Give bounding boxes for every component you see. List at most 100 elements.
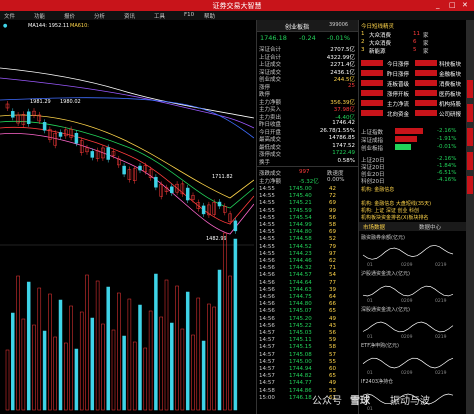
- tick-price: 1745.59: [289, 207, 312, 214]
- minimize-button[interactable]: _: [436, 1, 440, 9]
- side-tab-5[interactable]: [467, 176, 473, 194]
- menu-tools[interactable]: 工具: [154, 12, 165, 20]
- tick-price: 1745.07: [289, 308, 312, 315]
- sector-tag-left[interactable]: 连板晋级: [387, 80, 409, 88]
- sector-tag-row[interactable]: 今日涨停 科技板块: [359, 60, 466, 68]
- sector-tag-box-2: [415, 100, 437, 106]
- sprite-row[interactable]: 2 大众消费 6 家: [359, 39, 466, 47]
- sector-tag-right[interactable]: 金融板块: [439, 70, 461, 78]
- index-bar-label: 上证指数: [361, 130, 384, 136]
- menu-file[interactable]: 文件: [4, 12, 15, 20]
- tick-row[interactable]: 14:56 1744.80 66: [257, 301, 358, 308]
- tick-row[interactable]: 14:56 1744.75 64: [257, 294, 358, 301]
- stat-value: 1722.49: [332, 150, 355, 156]
- tick-volume: 79: [329, 243, 336, 250]
- tick-row[interactable]: 14:55 1745.40 72: [257, 193, 358, 200]
- sector-tag-row[interactable]: 北向资金 公司研报: [359, 110, 466, 118]
- close-button[interactable]: ✕: [462, 1, 468, 9]
- volume-bar: [217, 269, 222, 411]
- tick-time: 14:55: [259, 236, 275, 243]
- side-tab-4[interactable]: [467, 152, 473, 170]
- candle-body: [185, 187, 190, 201]
- side-tab-2[interactable]: [467, 104, 473, 122]
- side-toolbar[interactable]: [466, 20, 474, 414]
- tick-row[interactable]: 14:57 1745.15 58: [257, 344, 358, 351]
- menu-analysis[interactable]: 分析: [94, 12, 105, 20]
- mini-chart-plot: 01 0209 0219: [362, 321, 454, 339]
- tick-row[interactable]: 14:57 1744.82 65: [257, 373, 358, 380]
- sprite-rank: 2: [361, 39, 365, 45]
- sector-tag-row[interactable]: 连板晋级 消费板块: [359, 80, 466, 88]
- sprite-row[interactable]: 3 新能源 5 家: [359, 47, 466, 55]
- tick-row[interactable]: 14:56 1744.63 39: [257, 287, 358, 294]
- sector-tag-right[interactable]: 科技板块: [439, 60, 461, 68]
- tick-price: 1744.46: [289, 258, 312, 264]
- sector-tag-left[interactable]: 今日涨停: [387, 60, 409, 68]
- tick-volume: 66: [329, 301, 336, 308]
- index-price: 1746.18: [260, 34, 287, 42]
- sector-tag-right[interactable]: 机构持股: [439, 100, 461, 108]
- tick-price: 1744.99: [289, 222, 312, 228]
- tick-price: 1745.21: [289, 200, 312, 207]
- sprite-row[interactable]: 1 大众消费 11 家: [359, 31, 466, 39]
- tick-price: 1745.00: [289, 358, 312, 365]
- tick-volume: 52: [329, 236, 336, 243]
- tick-row[interactable]: 14:55 1745.21 69: [257, 200, 358, 207]
- tick-row[interactable]: 14:57 1744.94 60: [257, 366, 358, 373]
- trade-sub-row: 主力净额 -5.32亿 0.00%: [257, 177, 358, 185]
- tick-price: 1744.80: [289, 229, 312, 236]
- tick-row[interactable]: 14:55 1745.59 99: [257, 208, 358, 215]
- sector-tag-left[interactable]: 涨停开板: [387, 90, 409, 98]
- index-bar-row: 创业板指 -0.01%: [359, 144, 466, 152]
- maximize-button[interactable]: □: [449, 1, 456, 9]
- tick-time: 14:56: [259, 308, 275, 315]
- candle-body: [11, 111, 15, 118]
- tick-row[interactable]: 14:56 1745.20 49: [257, 316, 358, 323]
- menu-f10[interactable]: F10: [184, 12, 194, 18]
- tick-row[interactable]: 14:55 1744.23 97: [257, 251, 358, 258]
- tick-price: 1744.32: [289, 265, 312, 272]
- menu-quote[interactable]: 报价: [64, 12, 75, 20]
- tick-row[interactable]: 14:55 1745.00 42: [257, 186, 358, 193]
- tick-row[interactable]: 14:55 1744.99 58: [257, 222, 358, 229]
- tick-row[interactable]: 14:57 1744.77 49: [257, 380, 358, 387]
- menu-function[interactable]: 功能: [34, 12, 45, 20]
- kline-chart[interactable]: ● MA144: 1952.11 MA610: 1981.29 1980.02 …: [0, 20, 254, 414]
- sector-tag-right[interactable]: 医药板块: [439, 90, 461, 98]
- side-tab-3[interactable]: [467, 128, 473, 146]
- tick-row[interactable]: 14:57 1745.00 55: [257, 359, 358, 366]
- menu-info[interactable]: 资讯: [124, 12, 135, 20]
- tick-row[interactable]: 14:56 1744.32 71: [257, 265, 358, 272]
- sector-tag-right[interactable]: 消费板块: [439, 80, 461, 88]
- tick-row[interactable]: 14:56 1744.64 77: [257, 280, 358, 287]
- tick-time: 14:56: [259, 272, 275, 279]
- tick-row[interactable]: 14:56 1744.57 54: [257, 272, 358, 279]
- tick-row[interactable]: 14:55 1744.52 79: [257, 244, 358, 251]
- quote-panel: 创业板指 399006 1746.18 -0.24 -0.01% 深证合计 270…: [256, 20, 358, 414]
- tick-row[interactable]: 14:55 1745.54 56: [257, 215, 358, 222]
- tick-row[interactable]: 14:56 1744.46 62: [257, 258, 358, 265]
- volume-bar: [26, 281, 31, 411]
- tick-row[interactable]: 14:55 1744.80 69: [257, 229, 358, 236]
- sector-tag-left[interactable]: 主力净流: [387, 100, 409, 108]
- sector-tag-right[interactable]: 公司研报: [439, 110, 461, 118]
- stat-row: 涨停成交 1722.49: [257, 150, 358, 158]
- sector-tag-row[interactable]: 主力净流 机构持股: [359, 100, 466, 108]
- sector-tag-row[interactable]: 昨日涨停 金融板块: [359, 70, 466, 78]
- tick-volume: 71: [329, 265, 336, 272]
- menu-help[interactable]: 帮助: [204, 12, 215, 20]
- sector-tag-row[interactable]: 涨停开板 医药板块: [359, 90, 466, 98]
- sector-tag-left[interactable]: 昨日涨停: [387, 70, 409, 78]
- tick-row[interactable]: 14:57 1745.11 59: [257, 337, 358, 344]
- tick-row[interactable]: 14:55 1744.58 52: [257, 236, 358, 243]
- tick-price: 1745.20: [289, 315, 312, 322]
- tick-row[interactable]: 14:56 1745.07 65: [257, 308, 358, 315]
- sprite-count: 11: [413, 31, 420, 37]
- tick-row[interactable]: 14:56 1745.22 43: [257, 323, 358, 330]
- sector-tag-left[interactable]: 北向资金: [387, 110, 409, 118]
- side-tab-1[interactable]: [467, 80, 473, 98]
- candle-body: [170, 186, 174, 194]
- tick-row[interactable]: 14:57 1745.03 56: [257, 330, 358, 337]
- tick-time: 15:00: [259, 394, 275, 401]
- tick-row[interactable]: 14:57 1745.08 57: [257, 352, 358, 359]
